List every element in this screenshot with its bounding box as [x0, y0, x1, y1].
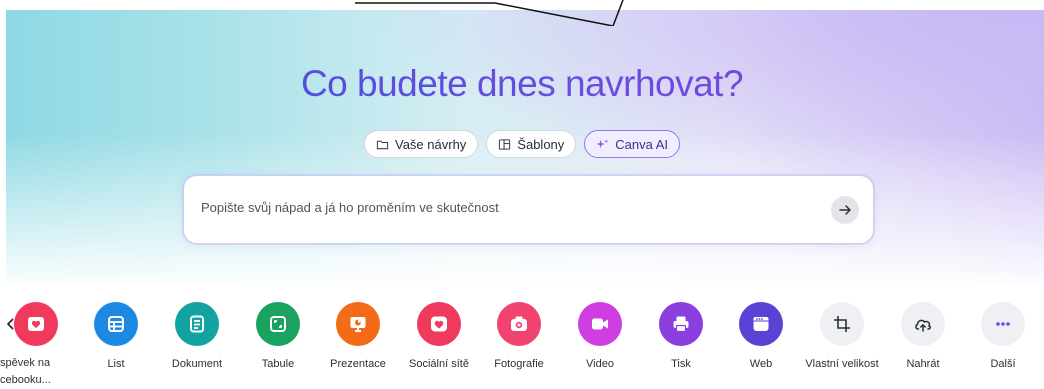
category-label: Nahrát: [906, 358, 940, 370]
tab-label: Vaše návrhy: [395, 136, 467, 152]
category-label: Sociální sítě: [409, 358, 469, 370]
sheet-icon: [108, 316, 124, 332]
category-social-media[interactable]: Sociální sítě: [399, 302, 479, 373]
category-label: Tabule: [261, 358, 295, 370]
sketch-decoration: [355, 0, 624, 26]
tab-canva-ai[interactable]: Canva AI: [584, 130, 681, 158]
send-button[interactable]: [831, 196, 859, 224]
category-icon-circle: [497, 302, 541, 346]
crop-icon: [834, 316, 850, 332]
print-icon: [673, 316, 689, 333]
heart-icon: [431, 316, 447, 332]
category-label: List: [107, 358, 125, 370]
category-label: Video: [586, 358, 614, 370]
category-icon-circle: [659, 302, 703, 346]
category-label: Tisk: [671, 358, 691, 370]
scroll-left-button[interactable]: [0, 302, 22, 346]
page-title: Co budete dnes navrhovat?: [0, 63, 1044, 105]
mode-tabs: Vaše návrhy Šablony Canva AI: [364, 130, 681, 158]
more-icon: [996, 322, 1010, 326]
category-icon-circle: [901, 302, 945, 346]
category-web[interactable]: Web: [721, 302, 801, 373]
sparkle-icon: [596, 138, 609, 148]
upload-cloud-icon: [915, 319, 931, 332]
category-label: Vlastní velikost: [805, 358, 879, 370]
category-icon-circle: [94, 302, 138, 346]
category-icon-circle: [739, 302, 783, 346]
prompt-box: [183, 175, 874, 244]
tab-label: Canva AI: [615, 136, 669, 152]
arrow-right-icon: [839, 205, 851, 215]
category-custom-size[interactable]: Vlastní velikost: [802, 302, 882, 373]
category-upload[interactable]: Nahrát: [883, 302, 963, 373]
folder-icon: [376, 140, 389, 149]
camera-icon: [511, 316, 527, 331]
prompt-input[interactable]: [201, 200, 801, 215]
category-icon-circle: [578, 302, 622, 346]
tab-your-designs[interactable]: Vaše návrhy: [364, 130, 479, 158]
category-label: Web: [749, 358, 773, 370]
category-row: List Dokument Tabule Prezentace Sociální…: [0, 302, 1044, 389]
category-label: Fotografie: [494, 358, 544, 370]
tab-templates[interactable]: Šablony: [486, 130, 577, 158]
category-presentation[interactable]: Prezentace: [318, 302, 398, 373]
category-whiteboard[interactable]: Tabule: [238, 302, 318, 373]
category-icon-circle: [820, 302, 864, 346]
category-document[interactable]: Dokument: [157, 302, 237, 373]
category-icon-circle: [175, 302, 219, 346]
chevron-left-icon: [6, 318, 14, 330]
document-icon: [190, 315, 204, 333]
category-label: Další: [990, 358, 1016, 370]
category-video[interactable]: Video: [560, 302, 640, 373]
category-more[interactable]: Další: [963, 302, 1043, 373]
category-label: Prezentace: [330, 358, 386, 370]
category-print[interactable]: Tisk: [641, 302, 721, 373]
whiteboard-icon: [270, 316, 286, 332]
category-label: Dokument: [171, 358, 223, 370]
category-photo[interactable]: Fotografie: [479, 302, 559, 373]
web-icon: [753, 317, 769, 331]
category-icon-circle: [256, 302, 300, 346]
category-icon-circle: [417, 302, 461, 346]
category-list[interactable]: List: [76, 302, 156, 373]
tab-label: Šablony: [517, 136, 565, 152]
category-icon-circle: [981, 302, 1025, 346]
category-icon-circle: [336, 302, 380, 346]
presentation-icon: [350, 317, 366, 332]
template-icon: [499, 138, 511, 150]
video-icon: [592, 318, 608, 330]
